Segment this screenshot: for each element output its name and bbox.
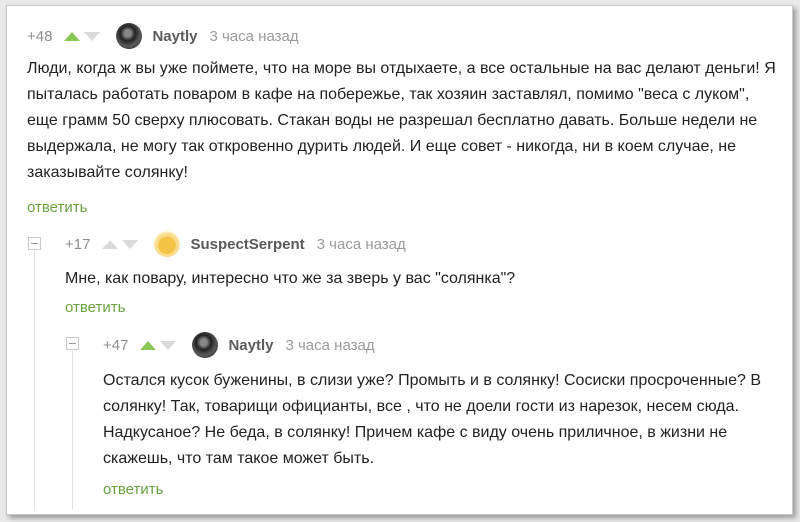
collapse-thread-button[interactable] [28, 237, 41, 250]
reply-link[interactable]: ответить [65, 299, 125, 316]
upvote-icon[interactable] [102, 239, 119, 249]
comment-rating: +17 [65, 235, 91, 253]
reply-link[interactable]: ответить [27, 199, 87, 216]
comment-time: 3 часа назад [209, 27, 299, 45]
comment-author[interactable]: SuspectSerpent [190, 236, 304, 253]
downvote-icon[interactable] [84, 31, 101, 41]
avatar[interactable] [154, 231, 181, 257]
upvote-icon[interactable] [140, 340, 157, 350]
comment-author[interactable]: Naytly [152, 28, 197, 45]
reply-link[interactable]: ответить [103, 481, 163, 498]
upvote-icon[interactable] [64, 31, 81, 41]
avatar[interactable] [116, 23, 143, 49]
comment-time: 3 часа назад [316, 235, 406, 253]
downvote-icon[interactable] [122, 239, 139, 249]
comment-rating: +48 [27, 27, 53, 45]
comments-card: +48 Naytly 3 часа назад Люди, когда ж вы… [6, 5, 793, 515]
comment-time: 3 часа назад [285, 336, 375, 354]
thread-line [72, 351, 73, 509]
comment-rating: +47 [103, 336, 129, 354]
comment-author[interactable]: Naytly [228, 337, 273, 354]
collapse-thread-button[interactable] [66, 337, 79, 350]
downvote-icon[interactable] [160, 340, 177, 350]
comment-header: +48 Naytly 3 часа назад [27, 23, 299, 49]
avatar[interactable] [192, 332, 219, 358]
thread-line [34, 251, 35, 509]
comment-text: Люди, когда ж вы уже поймете, что на мор… [27, 60, 776, 181]
comment-text: Остался кусок буженины, в слизи уже? Про… [103, 372, 761, 467]
comment-header: +47 Naytly 3 часа назад [103, 332, 375, 358]
comment-text: Мне, как повару, интересно что же за зве… [65, 270, 516, 287]
comment-header: +17 SuspectSerpent 3 часа назад [65, 231, 406, 257]
